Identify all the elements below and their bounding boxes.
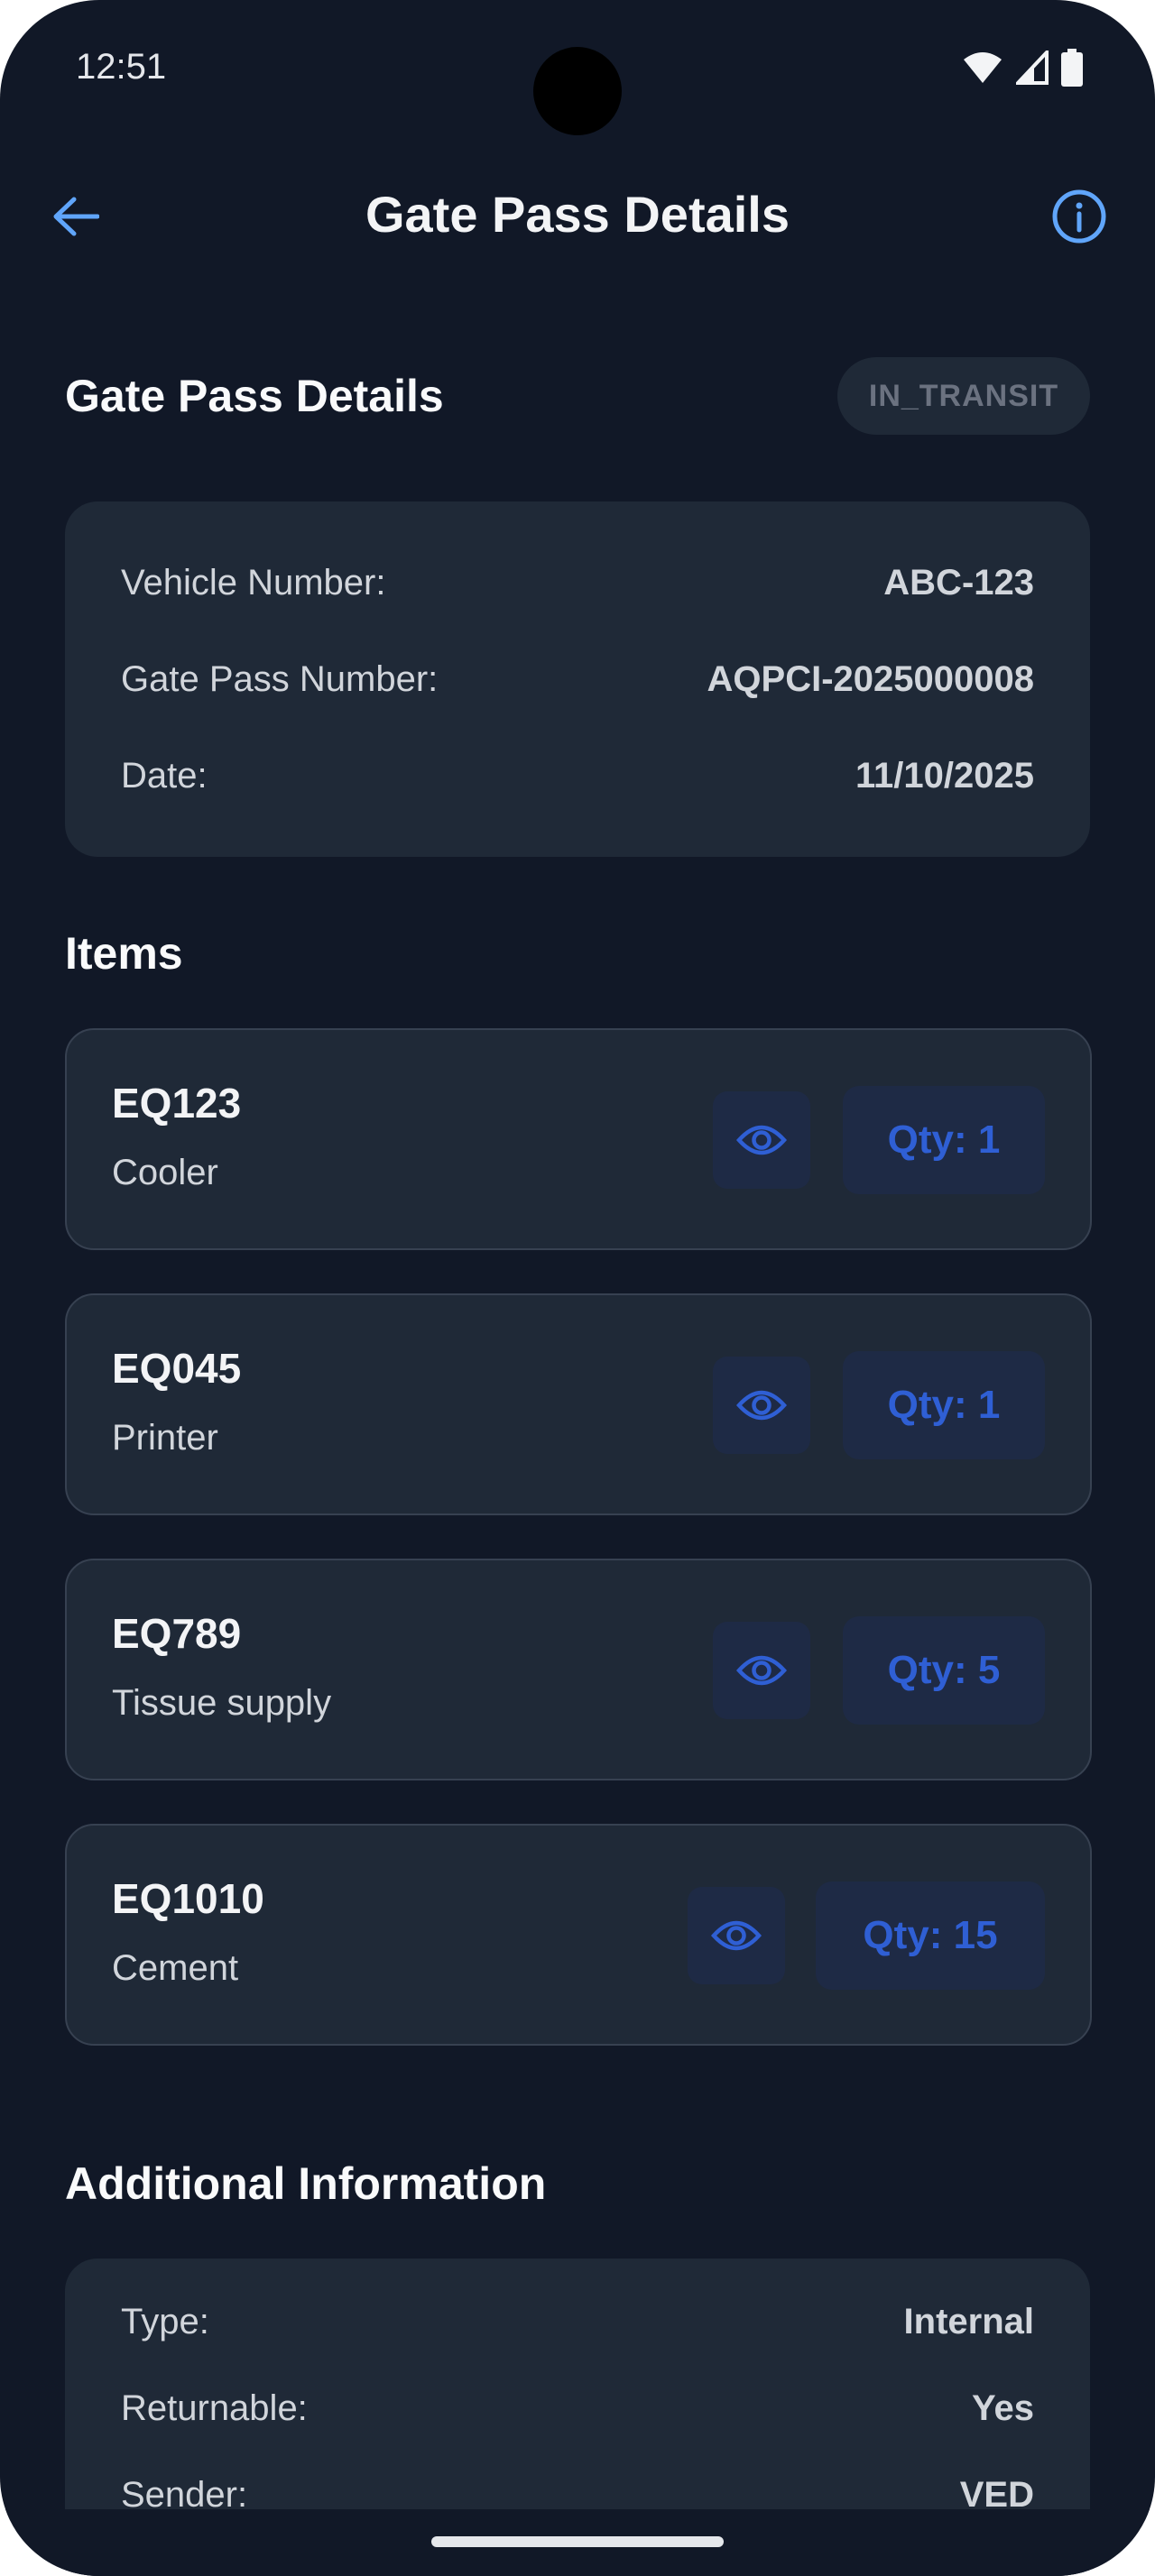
view-item-button[interactable] [713,1357,810,1454]
section-title-gate-pass: Gate Pass Details [65,371,444,421]
view-item-button[interactable] [688,1887,785,1984]
qty-badge: Qty: 1 [843,1351,1045,1459]
item-code: EQ789 [112,1610,242,1657]
view-item-button[interactable] [713,1622,810,1719]
status-badge: IN_TRANSIT [837,357,1090,435]
eye-icon [736,1390,787,1421]
battery-icon [1061,49,1083,87]
item-name: Cooler [112,1153,218,1192]
status-icons [962,49,1083,87]
item-code: EQ045 [112,1345,242,1392]
status-time: 12:51 [76,47,167,87]
item-card: EQ123 Cooler Qty: 1 [65,1028,1092,1250]
app-bar-title: Gate Pass Details [365,186,790,243]
item-card: EQ045 Printer Qty: 1 [65,1293,1092,1515]
item-card: EQ789 Tissue supply Qty: 5 [65,1559,1092,1780]
camera-cutout [533,47,622,135]
info-icon [1052,189,1106,244]
item-name: Printer [112,1418,218,1458]
info-row-returnable: Returnable: Yes [121,2381,1034,2435]
detail-value: ABC-123 [883,562,1034,603]
wifi-icon [964,52,1002,83]
section-title-items: Items [65,928,183,979]
detail-row-gate-pass-number: Gate Pass Number: AQPCI-2025000008 [121,652,1034,706]
item-code: EQ123 [112,1080,242,1127]
item-code: EQ1010 [112,1875,264,1922]
phone-screen: 12:51 Gate Pass Details Gate Pass Detail… [0,0,1155,2576]
eye-icon [711,1920,762,1951]
view-item-button[interactable] [713,1091,810,1189]
eye-icon [736,1125,787,1155]
item-card: EQ1010 Cement Qty: 15 [65,1824,1092,2046]
qty-badge: Qty: 5 [843,1616,1045,1725]
detail-row-vehicle-number: Vehicle Number: ABC-123 [121,556,1034,610]
item-name: Tissue supply [112,1683,332,1723]
info-value: Yes [972,2387,1034,2428]
detail-label: Date: [121,755,208,796]
detail-value: AQPCI-2025000008 [707,658,1034,699]
info-value: Internal [903,2301,1034,2341]
section-title-additional-information: Additional Information [65,2158,547,2209]
home-indicator[interactable] [431,2536,724,2547]
detail-row-date: Date: 11/10/2025 [121,749,1034,803]
info-label: Type: [121,2301,209,2341]
eye-icon [736,1655,787,1686]
gate-pass-details-card: Vehicle Number: ABC-123 Gate Pass Number… [65,501,1090,857]
detail-label: Gate Pass Number: [121,658,439,699]
info-button[interactable] [1047,184,1112,249]
item-name: Cement [112,1948,239,1988]
qty-badge: Qty: 15 [816,1881,1045,1990]
info-label: Returnable: [121,2387,308,2428]
signal-icon [1016,51,1049,85]
info-row-type: Type: Internal [121,2295,1034,2349]
detail-value: 11/10/2025 [855,755,1034,796]
qty-badge: Qty: 1 [843,1086,1045,1194]
detail-label: Vehicle Number: [121,562,386,603]
